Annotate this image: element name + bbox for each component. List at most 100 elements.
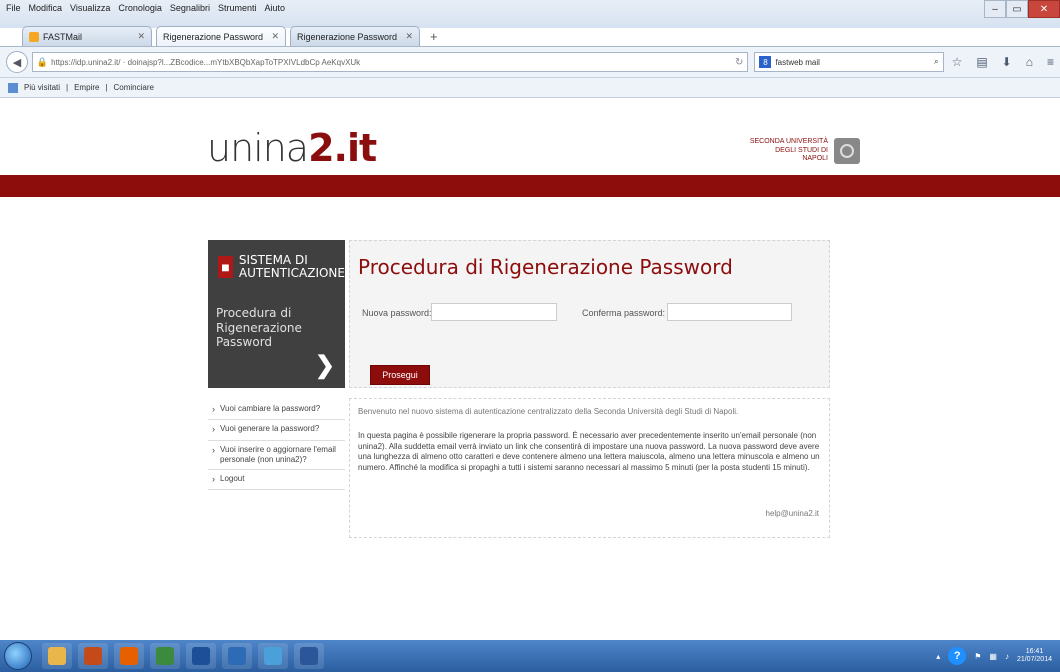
- side-menu-label: Vuoi inserire o aggiornare l'email perso…: [220, 444, 336, 464]
- menu-help[interactable]: Aiuto: [264, 3, 285, 13]
- menu-file[interactable]: File: [6, 3, 21, 13]
- side-menu-change-password[interactable]: › Vuoi cambiare la password?: [208, 400, 345, 421]
- submit-button[interactable]: Prosegui: [370, 365, 430, 385]
- separator: |: [105, 83, 108, 92]
- clipboard-icon[interactable]: ▤: [976, 55, 987, 69]
- close-tab-icon[interactable]: ✕: [271, 31, 279, 42]
- building-icon: [192, 647, 210, 665]
- volume-icon[interactable]: ♪: [1005, 652, 1009, 661]
- side-menu-label: Logout: [220, 473, 245, 483]
- menu-bookmarks[interactable]: Segnalibri: [170, 3, 210, 13]
- help-email-link[interactable]: help@unina2.it: [766, 509, 820, 519]
- menu-view[interactable]: Visualizza: [70, 3, 110, 13]
- side-menu-generate-password[interactable]: › Vuoi generare la password?: [208, 420, 345, 441]
- search-box[interactable]: 8 fastweb mail ⌕: [754, 52, 944, 72]
- taskbar-app-unina[interactable]: [186, 643, 216, 669]
- bookmark-item[interactable]: Cominciare: [114, 83, 154, 92]
- photo-icon: [264, 647, 282, 665]
- chrome-icon: [156, 647, 174, 665]
- flag-icon[interactable]: ⚑: [974, 652, 981, 661]
- user-icon: ■: [218, 256, 233, 279]
- form-title: Procedura di Rigenerazione Password: [358, 255, 733, 279]
- title-line: AUTENTICAZIONE: [238, 266, 345, 281]
- taskbar: ▴ ? ⚑ ▦ ♪ 16:41 21/07/2014: [0, 640, 1060, 672]
- tab-rigenerazione[interactable]: Rigenerazione Password ✕: [290, 26, 420, 46]
- new-password-label: Nuova password:: [362, 308, 432, 318]
- taskbar-app-explorer[interactable]: [42, 643, 72, 669]
- taskbar-app-powerpoint[interactable]: [78, 643, 108, 669]
- start-button[interactable]: [4, 642, 32, 670]
- auth-system-title: SISTEMA DI AUTENTICAZIONE: [238, 253, 345, 281]
- chevron-right-icon: ›: [212, 404, 215, 414]
- logo-text: unina: [207, 126, 309, 170]
- bookmark-folder-icon: [8, 82, 18, 93]
- reload-icon[interactable]: ↻: [735, 57, 743, 68]
- side-menu-label: Vuoi generare la password?: [220, 424, 320, 434]
- taskbar-app-word[interactable]: [294, 643, 324, 669]
- taskbar-app-outlook[interactable]: [222, 643, 252, 669]
- chevron-right-icon: ›: [212, 444, 215, 455]
- university-seal-icon: [834, 138, 860, 164]
- header-band: [0, 175, 1060, 197]
- url-text: https://idp.unina2.it/ · doinajsp?l...ZB…: [51, 57, 361, 67]
- menu-edit[interactable]: Modifica: [29, 3, 63, 13]
- separator: |: [66, 83, 69, 92]
- instructions-text: In questa pagina è possibile rigenerare …: [358, 431, 820, 472]
- chevron-right-icon: ›: [212, 424, 215, 435]
- star-icon[interactable]: ☆: [952, 55, 963, 69]
- network-icon[interactable]: ▦: [989, 652, 997, 661]
- new-tab-button[interactable]: +: [430, 29, 438, 44]
- tab-fastmail[interactable]: FASTMail ✕: [22, 26, 152, 46]
- search-engine-icon[interactable]: 8: [759, 56, 772, 68]
- tab-label: FASTMail: [43, 31, 83, 42]
- fastmail-icon: [29, 31, 39, 42]
- confirm-password-field[interactable]: [667, 303, 792, 321]
- new-password-field[interactable]: [431, 303, 557, 321]
- toolbar-icons: ☆ ▤ ⬇ ⌂ ≡: [952, 55, 1054, 69]
- logo-text-bold: 2.it: [308, 126, 377, 170]
- clock-time: 16:41: [1025, 647, 1044, 655]
- panel-subtitle: Procedura di Rigenerazione Password: [216, 306, 302, 350]
- powerpoint-icon: [84, 647, 102, 665]
- bookmark-item[interactable]: Empire: [74, 83, 99, 92]
- clock-date: 21/07/2014: [1016, 656, 1052, 663]
- password-form: Procedura di Rigenerazione Password Nuov…: [349, 240, 830, 388]
- tab-rigenerazione-active[interactable]: Rigenerazione Password ✕: [156, 26, 286, 46]
- close-tab-icon[interactable]: ✕: [137, 31, 145, 42]
- address-bar[interactable]: 🔒 https://idp.unina2.it/ · doinajsp?l...…: [31, 52, 749, 72]
- taskbar-app-chrome[interactable]: [150, 643, 180, 669]
- taskbar-app-photo[interactable]: [258, 643, 288, 669]
- home-icon[interactable]: ⌂: [1026, 55, 1033, 69]
- lock-icon: 🔒: [36, 56, 49, 67]
- info-panel: Benvenuto nel nuovo sistema di autentica…: [349, 398, 830, 538]
- outlook-icon: [228, 647, 246, 665]
- side-menu-personal-email[interactable]: › Vuoi inserire o aggiornare l'email per…: [208, 441, 345, 470]
- confirm-password-label: Conferma password:: [582, 308, 666, 318]
- tab-label: Rigenerazione Password: [297, 31, 398, 42]
- tray-arrow-icon[interactable]: ▴: [936, 652, 940, 661]
- chevron-right-icon: ❯: [314, 352, 335, 379]
- menu-history[interactable]: Cronologia: [118, 3, 162, 13]
- university-logo[interactable]: SECONDA UNIVERSITÀ DEGLI STUDI DI NAPOLI: [748, 138, 860, 164]
- help-icon[interactable]: ?: [948, 647, 967, 665]
- welcome-text: Benvenuto nel nuovo sistema di autentica…: [358, 407, 739, 416]
- system-tray: ▴ ? ⚑ ▦ ♪ 16:41 21/07/2014: [936, 640, 1052, 672]
- menu-icon[interactable]: ≡: [1047, 55, 1054, 69]
- menu-list: File Modifica Visualizza Cronologia Segn…: [6, 3, 285, 13]
- site-logo[interactable]: unina2.it: [207, 126, 377, 170]
- search-icon[interactable]: ⌕: [934, 57, 938, 67]
- university-name: SECONDA UNIVERSITÀ DEGLI STUDI DI NAPOLI: [749, 138, 828, 163]
- side-menu-logout[interactable]: › Logout: [208, 470, 345, 490]
- close-tab-icon[interactable]: ✕: [405, 31, 413, 42]
- taskbar-app-firefox[interactable]: [114, 643, 144, 669]
- navigation-bar: ◀ 🔒 https://idp.unina2.it/ · doinajsp?l.…: [0, 46, 1060, 78]
- menu-tools[interactable]: Strumenti: [218, 3, 257, 13]
- bookmark-item[interactable]: Più visitati: [24, 83, 60, 92]
- side-menu: › Vuoi cambiare la password? › Vuoi gene…: [208, 400, 345, 490]
- chevron-right-icon: ›: [212, 473, 215, 484]
- clock[interactable]: 16:41 21/07/2014: [1017, 648, 1052, 665]
- side-menu-label: Vuoi cambiare la password?: [220, 404, 321, 413]
- bookmarks-bar: Più visitati | Empire | Cominciare: [0, 78, 1060, 98]
- back-button[interactable]: ◀: [6, 51, 28, 73]
- download-icon[interactable]: ⬇: [1002, 55, 1012, 69]
